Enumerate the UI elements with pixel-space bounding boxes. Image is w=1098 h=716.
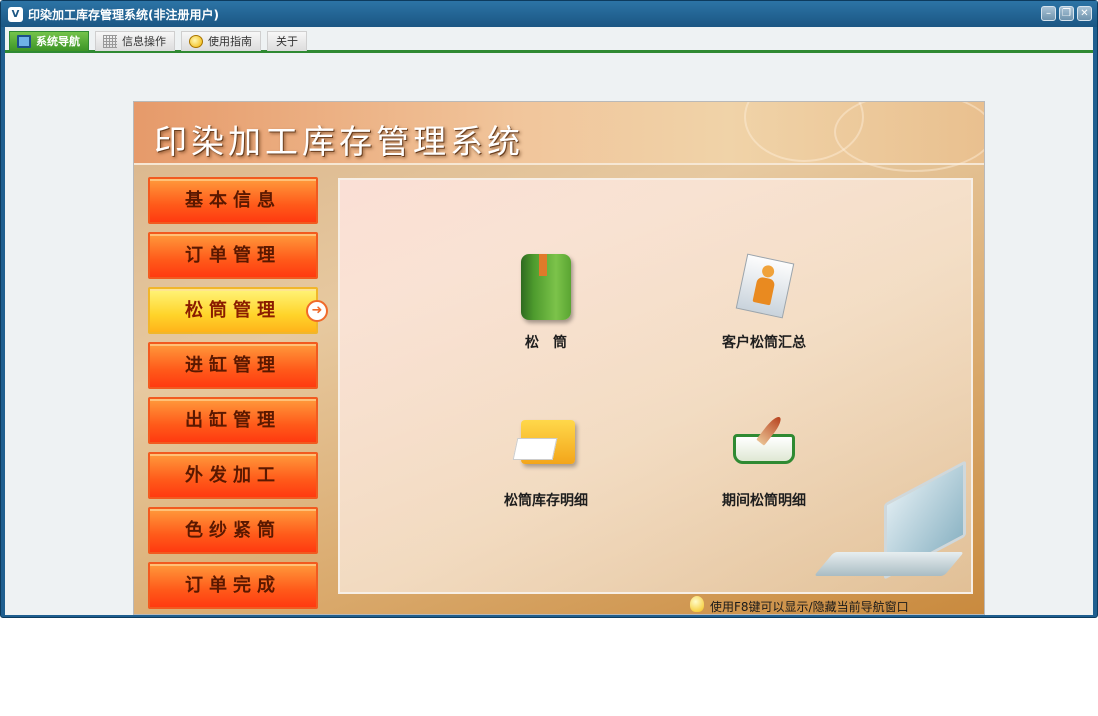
tab-info-operation[interactable]: 信息操作 (95, 31, 175, 51)
tile-customer-bobbin-summary[interactable]: 客户松筒汇总 (694, 253, 834, 352)
tile-period-bobbin-detail[interactable]: 期间松筒明细 (694, 412, 834, 510)
tab-label: 信息操作 (122, 35, 166, 48)
open-book-quill-icon (731, 412, 797, 482)
tab-about[interactable]: 关于 (267, 31, 307, 51)
green-book-icon (513, 254, 579, 324)
restore-button[interactable]: ❐ (1059, 6, 1074, 21)
lightbulb-icon (690, 596, 704, 612)
grid-icon (103, 35, 117, 48)
decor-swirl (834, 102, 984, 172)
menu-dye-vat-out[interactable]: 出缸管理 (148, 397, 318, 444)
tile-label: 松 筒 (525, 335, 567, 351)
person-document-icon (731, 253, 797, 324)
tile-label: 期间松筒明细 (722, 493, 806, 509)
tile-loose-bobbin[interactable]: 松 筒 (476, 254, 616, 352)
window-title: 印染加工库存管理系统(非注册用户) (28, 8, 219, 22)
menu-outsourcing[interactable]: 外发加工 (148, 452, 318, 499)
tile-bobbin-stock-detail[interactable]: 松筒库存明细 (476, 412, 616, 510)
banner: 印染加工库存管理系统 (134, 102, 984, 172)
navigation-panel: 印染加工库存管理系统 基本信息 订单管理 松筒管理 ➜ 进缸管理 出缸管理 外发… (133, 101, 985, 615)
arrow-right-icon: ➜ (306, 300, 328, 322)
app-icon: V (8, 7, 23, 22)
hint-text: 使用F8键可以显示/隐藏当前导航窗口 (710, 600, 909, 614)
folder-pen-icon (512, 412, 579, 482)
tab-label: 系统导航 (36, 35, 80, 48)
close-button[interactable]: ✕ (1077, 6, 1092, 21)
tile-label: 客户松筒汇总 (722, 335, 806, 351)
menu-order-management[interactable]: 订单管理 (148, 232, 318, 279)
title-bar[interactable]: V 印染加工库存管理系统(非注册用户) – ❐ ✕ (1, 1, 1097, 27)
tab-user-guide[interactable]: 使用指南 (181, 31, 261, 51)
banner-title: 印染加工库存管理系统 (154, 122, 524, 161)
menu-dye-vat-in[interactable]: 进缸管理 (148, 342, 318, 389)
bulb-icon (189, 35, 203, 48)
app-window: V 印染加工库存管理系统(非注册用户) – ❐ ✕ 系统导航 信息操作 使用指南… (0, 0, 1098, 618)
tile-label: 松筒库存明细 (504, 493, 588, 509)
tab-system-navigation[interactable]: 系统导航 (9, 31, 89, 51)
tab-label: 关于 (276, 35, 298, 48)
tab-label: 使用指南 (208, 35, 252, 48)
minimize-button[interactable]: – (1041, 6, 1056, 21)
monitor-icon (17, 35, 31, 48)
menu-loose-bobbin-management[interactable]: 松筒管理 ➜ (148, 287, 328, 334)
menu-basic-info[interactable]: 基本信息 (148, 177, 318, 224)
tab-bar: 系统导航 信息操作 使用指南 关于 (5, 27, 1093, 53)
menu-order-complete[interactable]: 订单完成 (148, 562, 318, 609)
menu-color-yarn-rewind[interactable]: 色纱紧筒 (148, 507, 318, 554)
client-area: 系统导航 信息操作 使用指南 关于 印染加工库存管理系统 基本信息 订单管理 松… (5, 27, 1093, 615)
window-controls: – ❐ ✕ (1041, 6, 1092, 21)
laptop-illustration (813, 460, 974, 592)
